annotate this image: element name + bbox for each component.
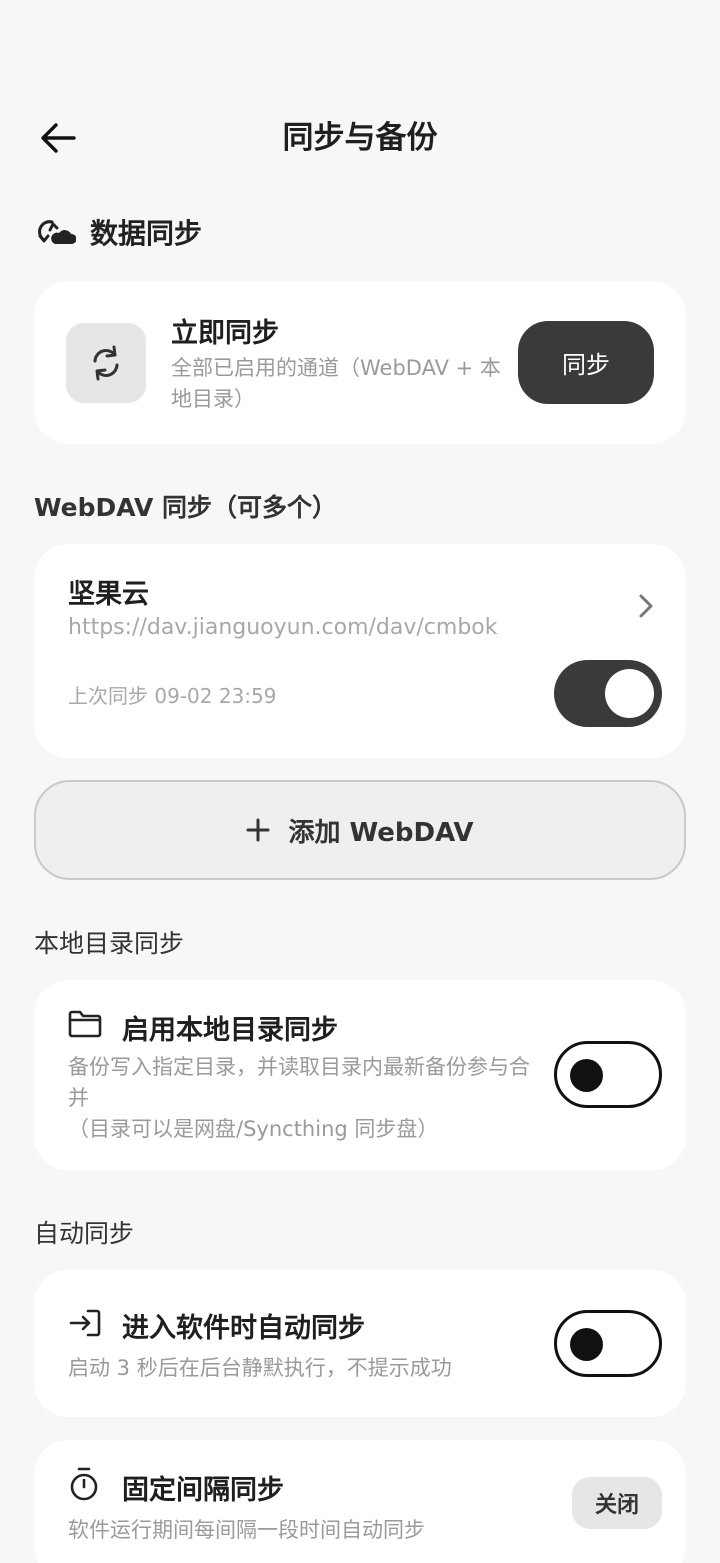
webdav-name: 坚果云 (68, 579, 149, 610)
login-icon (69, 1309, 101, 1337)
auto-sync-section-title: 自动同步 (34, 1219, 135, 1248)
auto-sync-on-enter-title: 进入软件时自动同步 (122, 1313, 365, 1344)
toggle-knob (570, 1328, 603, 1361)
sync-icon-box (66, 323, 146, 403)
webdav-item[interactable]: 坚果云 https://dav.jianguoyun.com/dav/cmbok… (34, 544, 686, 758)
chevron-right-icon[interactable] (634, 592, 658, 620)
local-dir-title: 启用本地目录同步 (122, 1015, 338, 1046)
webdav-last-sync: 上次同步 09-02 23:59 (68, 684, 277, 708)
auto-sync-on-enter-card: 进入软件时自动同步 启动 3 秒后在后台静默执行，不提示成功 (34, 1270, 686, 1417)
toggle-knob (570, 1059, 603, 1092)
local-dir-section-title: 本地目录同步 (34, 929, 185, 958)
data-sync-heading: 数据同步 (38, 212, 202, 252)
interval-select-button[interactable]: 关闭 (572, 1477, 662, 1529)
sync-button[interactable]: 同步 (518, 321, 654, 404)
webdav-url: https://dav.jianguoyun.com/dav/cmbok (68, 615, 498, 640)
folder-icon (68, 1010, 102, 1038)
local-dir-toggle[interactable] (554, 1041, 662, 1108)
cloud-sync-icon (38, 220, 76, 244)
local-dir-card: 启用本地目录同步 备份写入指定目录，并读取目录内最新备份参与合并 （目录可以是网… (34, 980, 686, 1170)
toggle-knob (605, 669, 654, 718)
local-dir-description: 备份写入指定目录，并读取目录内最新备份参与合并 （目录可以是网盘/Syncthi… (68, 1055, 530, 1141)
sync-backup-page: 同步与备份 数据同步 立即同步 全部已启用的通道（WebDAV + 本地目录） … (0, 0, 720, 1563)
page-title: 同步与备份 (282, 120, 438, 156)
section-title: 数据同步 (90, 217, 203, 250)
refresh-icon (93, 345, 119, 381)
sync-now-card: 立即同步 全部已启用的通道（WebDAV + 本地目录） 同步 (34, 281, 686, 444)
sync-now-description: 全部已启用的通道（WebDAV + 本地目录） (171, 356, 501, 411)
auto-sync-on-enter-description: 启动 3 秒后在后台静默执行，不提示成功 (68, 1356, 452, 1380)
auto-sync-on-enter-toggle[interactable] (554, 1310, 662, 1377)
interval-sync-card: 固定间隔同步 软件运行期间每间隔一段时间自动同步 关闭 (34, 1440, 686, 1563)
webdav-section-title: WebDAV 同步（可多个） (34, 493, 337, 522)
timer-icon (70, 1467, 98, 1501)
webdav-enable-toggle[interactable] (554, 660, 662, 727)
interval-sync-description: 软件运行期间每间隔一段时间自动同步 (68, 1518, 425, 1542)
sync-now-title: 立即同步 (171, 318, 279, 349)
add-webdav-label: 添加 WebDAV (288, 817, 474, 848)
plus-icon (246, 818, 270, 842)
add-webdav-button[interactable]: 添加 WebDAV (34, 780, 686, 880)
interval-sync-title: 固定间隔同步 (122, 1475, 284, 1506)
